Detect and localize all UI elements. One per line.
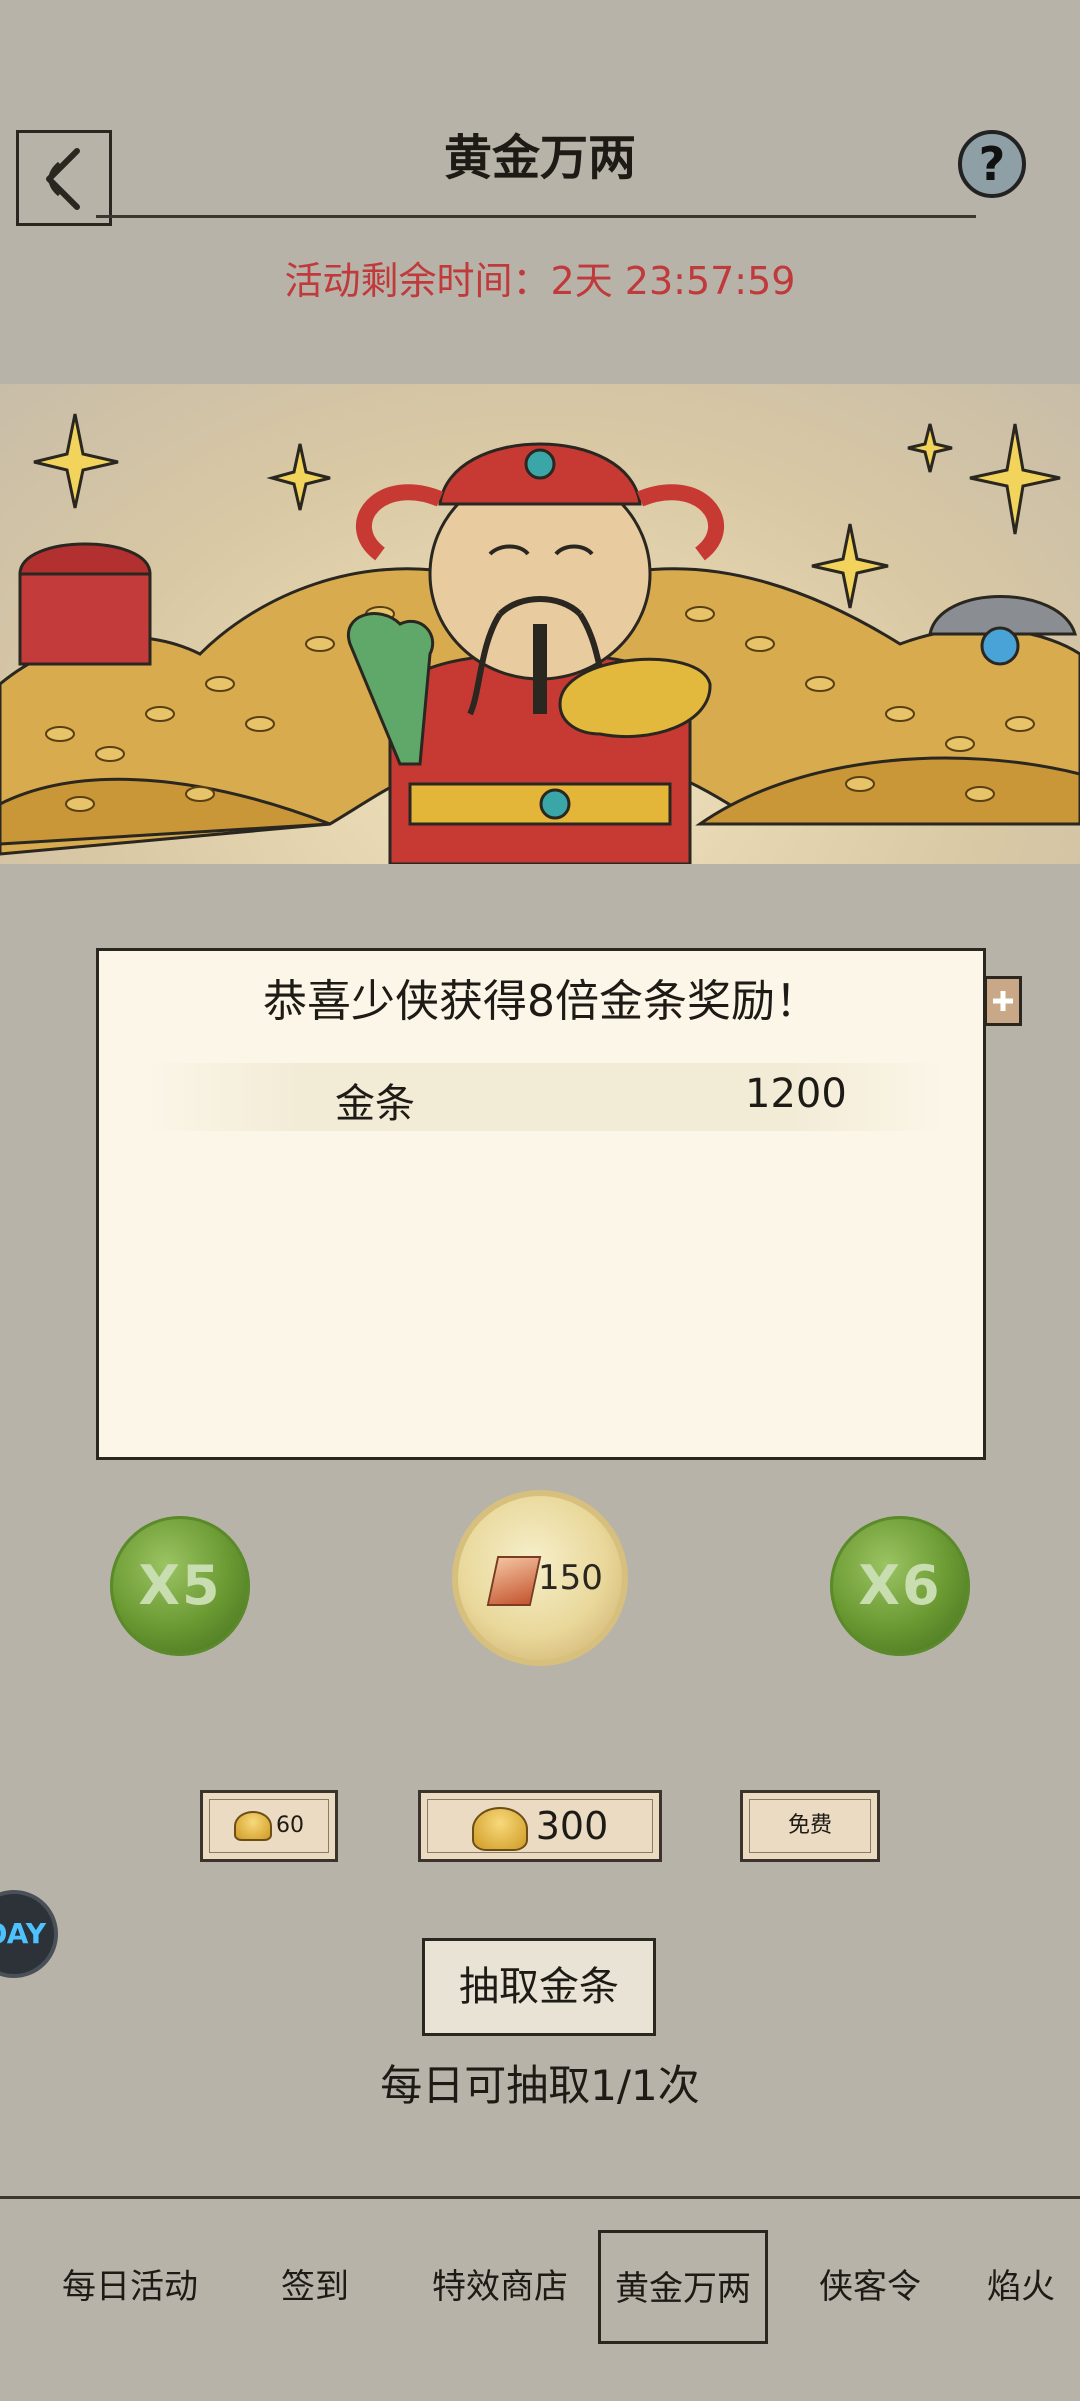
nav-item-sign-in[interactable]: 签到	[250, 2212, 380, 2362]
reward-row: 金条 1200	[145, 1063, 945, 1131]
cost-option-300[interactable]: 300	[418, 1790, 662, 1862]
reward-item-name: 金条	[335, 1081, 415, 1127]
cost-option-free[interactable]: 免费	[740, 1790, 880, 1862]
reward-title: 恭喜少侠获得8倍金条奖励！	[263, 976, 819, 1027]
help-button[interactable]: ?	[958, 130, 1026, 198]
multiplier-orb-right[interactable]: X6	[830, 1516, 970, 1656]
nav-item-effects-shop[interactable]: 特效商店	[420, 2212, 580, 2362]
multiplier-orb-left[interactable]: X5	[110, 1516, 250, 1656]
bottom-nav: 每日活动 签到 特效商店 黄金万两 侠客令 焰火	[0, 2212, 1080, 2362]
ingot-icon	[234, 1811, 272, 1841]
question-mark-icon: ?	[978, 137, 1006, 191]
cost-value: 300	[535, 1804, 609, 1848]
nav-item-daily-activity[interactable]: 每日活动	[40, 2212, 220, 2362]
header-divider	[96, 215, 976, 218]
nav-item-hero-token[interactable]: 侠客令	[800, 2212, 940, 2362]
gold-bar-icon	[486, 1556, 542, 1606]
nav-divider	[0, 2196, 1080, 2199]
plus-tab-icon[interactable]	[984, 976, 1022, 1026]
page-title: 黄金万两	[443, 130, 636, 186]
nav-item-gold-event[interactable]: 黄金万两	[598, 2230, 768, 2344]
nav-item-fireworks[interactable]: 焰火	[966, 2212, 1076, 2362]
daily-limit-text: 每日可抽取1/1次	[380, 2061, 700, 2110]
coin-value: 150	[538, 1558, 603, 1598]
reward-panel: 恭喜少侠获得8倍金条奖励！ 金条 1200	[96, 948, 986, 1460]
floating-avatar[interactable]: ÓAY	[0, 1890, 58, 1978]
god-of-wealth-banner	[0, 384, 1080, 864]
reward-item-count: 1200	[745, 1071, 847, 1117]
ingot-icon	[471, 1806, 528, 1851]
banner-illustration	[0, 413, 1080, 864]
draw-gold-bar-button[interactable]: 抽取金条	[422, 1938, 656, 2036]
event-timer: 活动剩余时间：2天 23:57:59	[284, 259, 796, 303]
cost-option-60[interactable]: 60	[200, 1790, 338, 1862]
gold-bar-coin: 150	[452, 1490, 628, 1666]
cost-value: 60	[276, 1813, 304, 1838]
cost-value: 免费	[787, 1813, 832, 1838]
